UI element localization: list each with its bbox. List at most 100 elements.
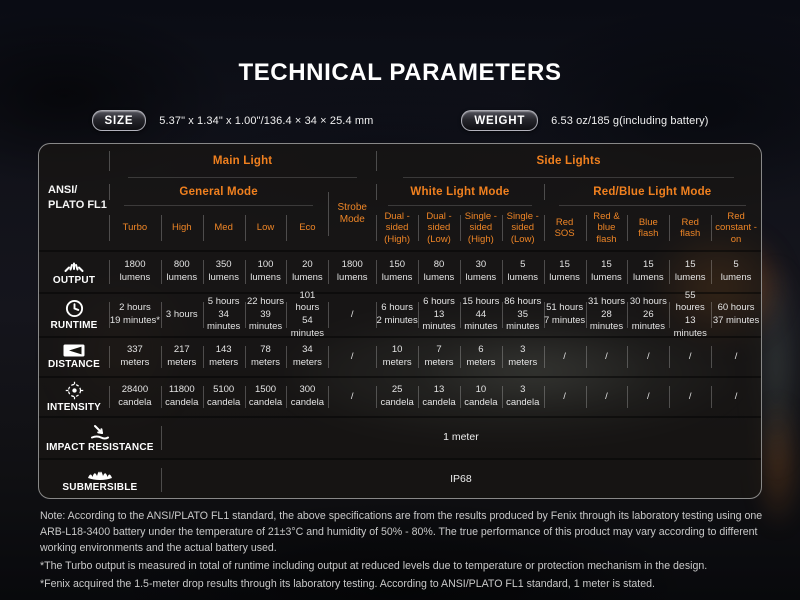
- spec-cell: /: [328, 376, 376, 416]
- cell-unit: 39 minutes: [245, 309, 287, 334]
- cell-value: /: [351, 309, 354, 322]
- impact-icon: [89, 424, 111, 440]
- column-header: Dual -sided (Low): [418, 206, 460, 250]
- spec-cell: /: [669, 376, 711, 416]
- cell-unit: meters: [508, 357, 537, 370]
- intensity-icon: [65, 381, 84, 400]
- cell-value: 15: [685, 259, 696, 272]
- column-header: Single -sided (Low): [502, 206, 544, 250]
- row-label-text: SUBMERSIBLE: [62, 483, 137, 493]
- spec-cell: 22 hours39 minutes: [245, 292, 287, 336]
- output-label: OUTPUT: [39, 250, 109, 292]
- cell-value: 11800: [169, 384, 195, 397]
- cell-value: /: [605, 351, 608, 364]
- cell-unit: lumens: [424, 272, 455, 285]
- cell-unit: lumens: [591, 272, 622, 285]
- weight-value: 6.53 oz/185 g(including battery): [551, 115, 708, 127]
- spec-cell: 25candela: [376, 376, 418, 416]
- spec-cell: /: [627, 376, 669, 416]
- cell-value: /: [647, 351, 650, 364]
- cell-value: /: [689, 391, 692, 404]
- cell-unit: 34 minutes: [203, 309, 245, 334]
- submersible-value: IP68: [161, 458, 761, 499]
- column-header: Blue flash: [627, 206, 669, 250]
- cell-unit: candela: [249, 397, 282, 410]
- spec-cell: 800lumens: [161, 250, 203, 292]
- column-header: Med: [203, 206, 245, 250]
- spec-cell: /: [544, 336, 586, 376]
- cell-value: 5100: [213, 384, 234, 397]
- cell-unit: meters: [167, 357, 196, 370]
- submersible-icon: [87, 468, 113, 480]
- submersible-label: SUBMERSIBLE: [39, 458, 161, 499]
- page-title: TECHNICAL PARAMETERS: [0, 59, 800, 87]
- spec-cell: 15lumens: [586, 250, 628, 292]
- cell-unit: meters: [293, 357, 322, 370]
- spec-cell: 80lumens: [418, 250, 460, 292]
- cell-value: 350: [216, 259, 232, 272]
- row-label-text: INTENSITY: [47, 403, 101, 413]
- spec-cell: 10candela: [460, 376, 502, 416]
- spec-cell: 6meters: [460, 336, 502, 376]
- cell-unit: candela: [422, 397, 455, 410]
- cell-value: 5 hours: [208, 296, 240, 309]
- spec-cell: 5 hours34 minutes: [203, 292, 245, 336]
- cell-value: 78: [260, 344, 271, 357]
- cell-value: 22 hours: [247, 296, 284, 309]
- cell-unit: lumens: [292, 272, 323, 285]
- spec-cell: 30 hours26 minutes: [627, 292, 669, 336]
- size-group: SIZE 5.37" x 1.34" x 1.00"/136.4 × 34 × …: [92, 110, 374, 131]
- spec-cell: 10meters: [376, 336, 418, 376]
- cell-value: /: [605, 391, 608, 404]
- cell-unit: lumens: [507, 272, 538, 285]
- cell-value: 1800: [342, 259, 363, 272]
- cell-unit: lumens: [721, 272, 752, 285]
- spec-cell: 217meters: [161, 336, 203, 376]
- cell-unit: meters: [251, 357, 280, 370]
- cell-unit: lumens: [337, 272, 368, 285]
- cell-value: 6 hours: [423, 296, 455, 309]
- cell-value: 20: [302, 259, 313, 272]
- spec-cell: /: [711, 376, 761, 416]
- spec-cell: 300candela: [286, 376, 328, 416]
- spec-cell: 101 hours54 minutes: [286, 292, 328, 336]
- impact-value: 1 meter: [161, 416, 761, 458]
- cell-unit: lumens: [166, 272, 197, 285]
- cell-value: 51 hours: [546, 302, 583, 315]
- cell-unit: 26 minutes: [627, 309, 669, 334]
- row-label-text: IMPACT RESISTANCE: [46, 443, 153, 453]
- column-header: High: [161, 206, 203, 250]
- distance-label: DISTANCE: [39, 336, 109, 376]
- cell-value: /: [351, 351, 354, 364]
- redblue-light-mode-header: Red/Blue Light Mode: [544, 178, 761, 206]
- spec-cell: 78meters: [245, 336, 287, 376]
- spec-cell: /: [586, 376, 628, 416]
- general-mode-header: General Mode: [109, 178, 328, 206]
- runtime-label: RUNTIME: [39, 292, 109, 336]
- notes: Note: According to the ANSI/PLATO FL1 st…: [40, 509, 764, 594]
- cell-unit: meters: [120, 357, 149, 370]
- cell-value: 5: [733, 259, 738, 272]
- spec-cell: 20lumens: [286, 250, 328, 292]
- column-header: Low: [245, 206, 287, 250]
- spec-cell: 13candela: [418, 376, 460, 416]
- side-lights-header: Side Lights: [376, 144, 761, 178]
- cell-value: 55 houres: [669, 290, 711, 315]
- column-header: Red SOS: [544, 206, 586, 250]
- cell-unit: 28 minutes: [586, 309, 628, 334]
- cell-value: 10: [476, 384, 487, 397]
- cell-value: 10: [392, 344, 403, 357]
- cell-value: 15: [601, 259, 612, 272]
- cell-unit: lumens: [675, 272, 706, 285]
- spec-cell: 15 hours44 minutes: [460, 292, 502, 336]
- cell-unit: candela: [380, 397, 413, 410]
- cell-value: 1500: [255, 384, 276, 397]
- spec-cell: 30lumens: [460, 250, 502, 292]
- strobe-mode-header: Strobe Mode: [328, 178, 376, 250]
- cell-unit: lumens: [549, 272, 580, 285]
- spec-cell: 31 hours28 minutes: [586, 292, 628, 336]
- cell-value: 800: [174, 259, 190, 272]
- spec-cell: 3candela: [502, 376, 544, 416]
- spec-cell: 51 hours7 minutes: [544, 292, 586, 336]
- column-header: Single -sided (High): [460, 206, 502, 250]
